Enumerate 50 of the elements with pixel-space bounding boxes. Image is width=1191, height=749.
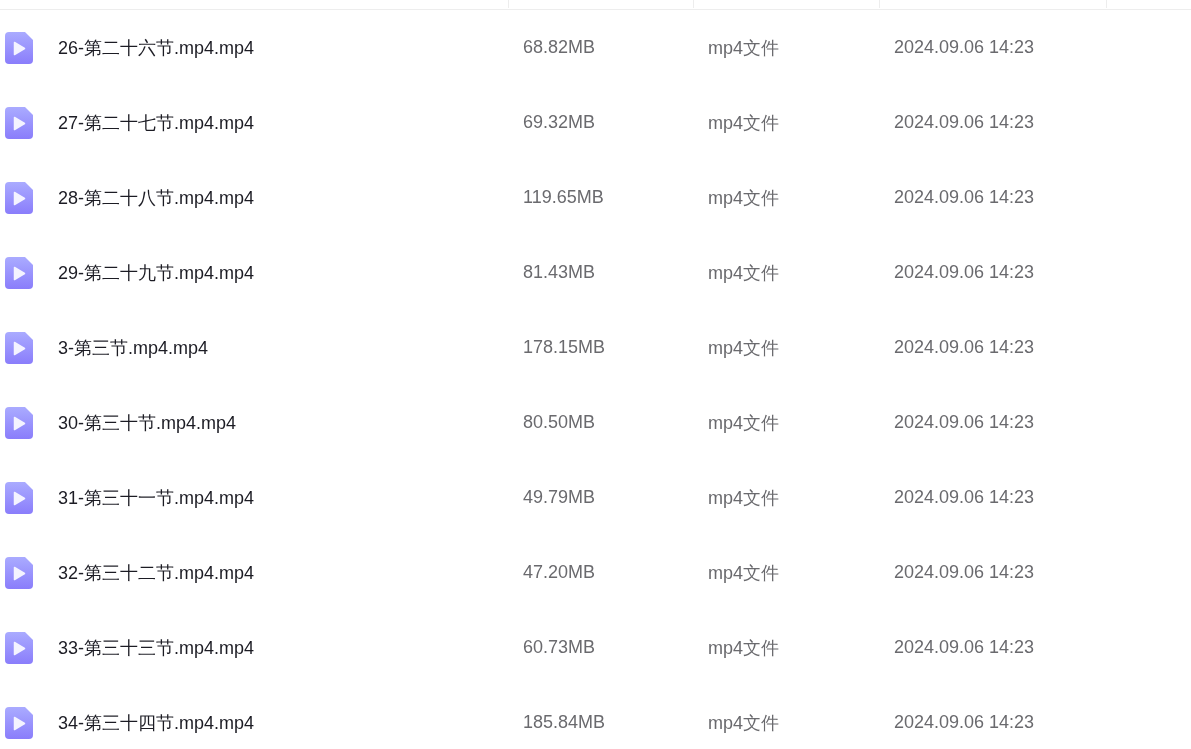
file-size: 81.43MB (523, 262, 596, 283)
file-name: 26-第二十六节.mp4.mp4 (58, 36, 255, 60)
file-type: mp4文件 (708, 636, 779, 660)
file-name: 27-第二十七节.mp4.mp4 (58, 111, 255, 135)
file-type: mp4文件 (708, 186, 779, 210)
file-name: 31-第三十一节.mp4.mp4 (58, 486, 255, 510)
file-type: mp4文件 (708, 36, 779, 60)
modified-date: 2024.09.06 14:23 (894, 637, 1035, 658)
file-size: 185.84MB (523, 712, 606, 733)
modified-date: 2024.09.06 14:23 (894, 337, 1035, 358)
video-file-icon (5, 31, 33, 64)
video-file-icon (5, 106, 33, 139)
file-name: 33-第三十三节.mp4.mp4 (58, 636, 255, 660)
modified-date: 2024.09.06 14:23 (894, 37, 1035, 58)
file-name: 3-第三节.mp4.mp4 (58, 336, 209, 360)
video-file-icon (5, 631, 33, 664)
file-size: 80.50MB (523, 412, 596, 433)
file-size: 60.73MB (523, 637, 596, 658)
file-type: mp4文件 (708, 111, 779, 135)
file-type: mp4文件 (708, 336, 779, 360)
file-type: mp4文件 (708, 561, 779, 585)
file-size: 69.32MB (523, 112, 596, 133)
file-size: 68.82MB (523, 37, 596, 58)
file-size: 119.65MB (523, 187, 604, 208)
file-size: 178.15MB (523, 337, 606, 358)
modified-date: 2024.09.06 14:23 (894, 187, 1035, 208)
file-name: 28-第二十八节.mp4.mp4 (58, 186, 255, 210)
video-file-icon (5, 556, 33, 589)
modified-date: 2024.09.06 14:23 (894, 712, 1035, 733)
modified-date: 2024.09.06 14:23 (894, 262, 1035, 283)
file-size: 49.79MB (523, 487, 596, 508)
file-name: 29-第二十九节.mp4.mp4 (58, 261, 255, 285)
file-type: mp4文件 (708, 711, 779, 735)
file-name: 34-第三十四节.mp4.mp4 (58, 711, 255, 735)
video-file-icon (5, 706, 33, 739)
video-file-icon (5, 181, 33, 214)
video-file-icon (5, 481, 33, 514)
file-type: mp4文件 (708, 261, 779, 285)
file-size: 47.20MB (523, 562, 596, 583)
modified-date: 2024.09.06 14:23 (894, 487, 1035, 508)
file-name: 32-第三十二节.mp4.mp4 (58, 561, 255, 585)
modified-date: 2024.09.06 14:23 (894, 412, 1035, 433)
modified-date: 2024.09.06 14:23 (894, 562, 1035, 583)
file-name: 30-第三十节.mp4.mp4 (58, 411, 237, 435)
video-file-icon (5, 331, 33, 364)
video-file-icon (5, 256, 33, 289)
file-type: mp4文件 (708, 486, 779, 510)
file-type: mp4文件 (708, 411, 779, 435)
modified-date: 2024.09.06 14:23 (894, 112, 1035, 133)
video-file-icon (5, 406, 33, 439)
